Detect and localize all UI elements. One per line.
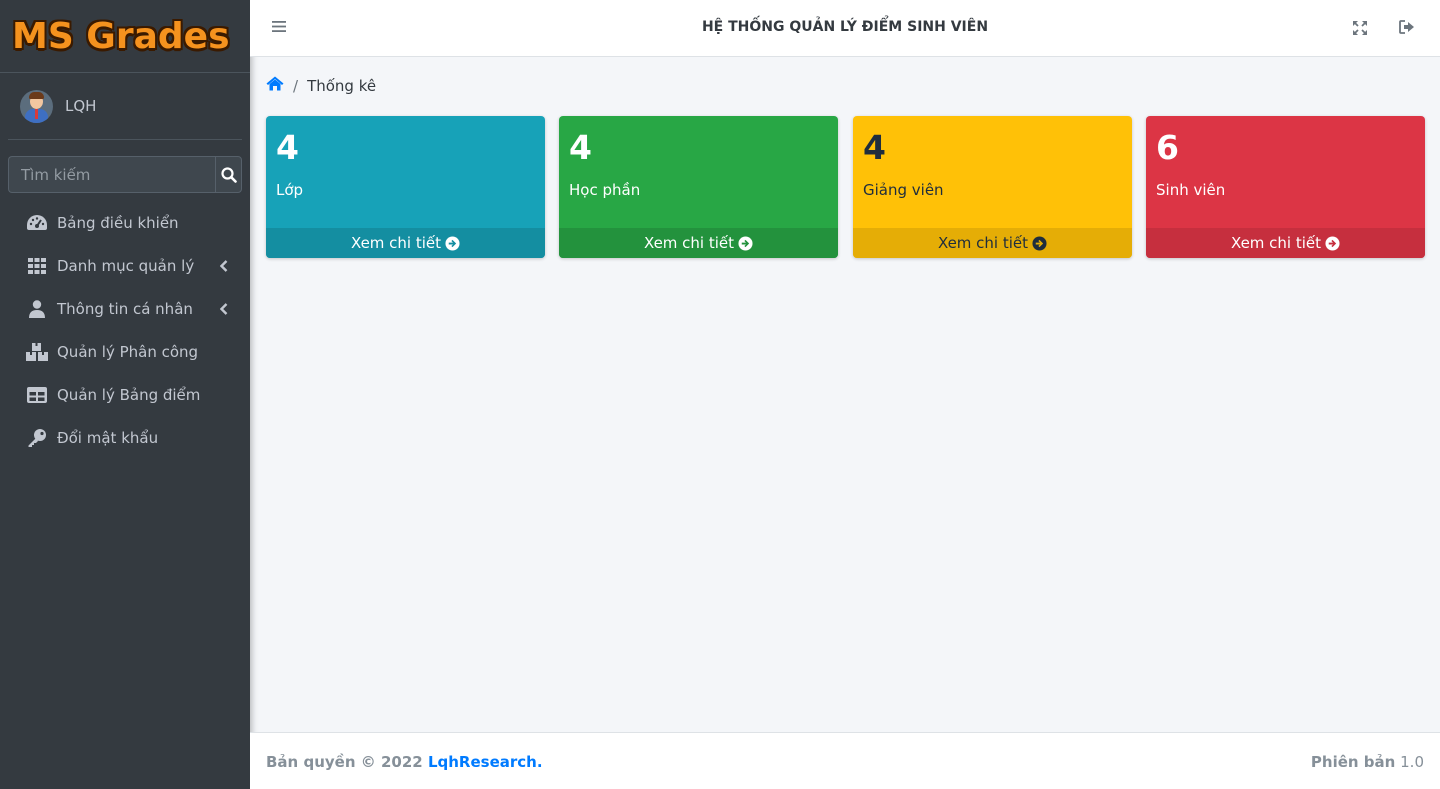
top-navbar: HỆ THỐNG QUẢN LÝ ĐIỂM SINH VIÊN (250, 0, 1440, 57)
stat-card-courses: 4 Học phần Xem chi tiết (559, 116, 838, 258)
page-footer: Bản quyền © 2022 LqhResearch. Phiên bản … (250, 732, 1440, 789)
expand-icon (1353, 21, 1367, 35)
breadcrumb: / Thống kê (266, 76, 376, 95)
user-panel: LQH (8, 73, 242, 140)
stat-link-label: Xem chi tiết (937, 234, 1029, 252)
brand-name[interactable]: MS Grades (12, 16, 230, 57)
sidebar-nav: Bảng điều khiển Danh mục quản lý Thông t… (0, 201, 250, 459)
stat-value: 6 (1156, 128, 1179, 167)
stat-label: Giảng viên (863, 181, 944, 199)
arrow-circle-right-icon (1032, 235, 1047, 251)
stat-card-students: 6 Sinh viên Xem chi tiết (1146, 116, 1425, 258)
user-name[interactable]: LQH (65, 97, 96, 115)
dashboard-icon (26, 212, 48, 234)
version-label: Phiên bản (1310, 753, 1396, 771)
sign-out-icon (1399, 20, 1414, 34)
arrow-circle-right-icon (1325, 235, 1340, 251)
sidebar-item-catalog[interactable]: Danh mục quản lý (8, 244, 242, 287)
sidebar-search (8, 156, 242, 193)
search-icon (220, 166, 237, 183)
sidebar-item-dashboard[interactable]: Bảng điều khiển (8, 201, 242, 244)
sidebar-item-label: Bảng điều khiển (57, 213, 179, 232)
stat-label: Lớp (276, 181, 304, 199)
search-button[interactable] (215, 156, 242, 193)
sidebar-item-assignment[interactable]: Quản lý Phân công (8, 330, 242, 373)
stat-value: 4 (569, 128, 592, 167)
version-number: 1.0 (1400, 753, 1424, 771)
stat-label: Học phần (569, 181, 641, 199)
stat-card-lecturers: 4 Giảng viên Xem chi tiết (853, 116, 1132, 258)
breadcrumb-current: Thống kê (307, 76, 377, 95)
sidebar-item-gradebook[interactable]: Quản lý Bảng điểm (8, 373, 242, 416)
sidebar-item-label: Thông tin cá nhân (57, 299, 193, 318)
version-info: Phiên bản 1.0 (1311, 753, 1424, 771)
sidebar-item-label: Danh mục quản lý (57, 256, 195, 275)
grid-icon (26, 255, 48, 277)
chevron-left-icon (219, 258, 228, 276)
stat-value: 4 (863, 128, 886, 167)
arrow-circle-right-icon (738, 235, 753, 251)
sidebar-item-label: Quản lý Phân công (57, 342, 199, 361)
home-icon[interactable] (266, 76, 284, 95)
user-icon (26, 298, 48, 320)
stat-detail-link[interactable]: Xem chi tiết (853, 228, 1132, 258)
brand-logo[interactable]: MS Grades (0, 0, 250, 73)
sidebar-item-label: Đổi mật khẩu (57, 428, 159, 447)
key-icon (26, 427, 48, 449)
stat-value: 4 (276, 128, 299, 167)
stat-link-label: Xem chi tiết (643, 234, 735, 252)
avatar[interactable] (20, 89, 53, 123)
sidebar-item-profile[interactable]: Thông tin cá nhân (8, 287, 242, 330)
boxes-icon (26, 341, 48, 363)
table-icon (26, 384, 48, 406)
breadcrumb-separator: / (293, 76, 299, 95)
search-input[interactable] (8, 156, 215, 193)
arrow-circle-right-icon (445, 235, 460, 251)
chevron-left-icon (219, 301, 228, 319)
stat-detail-link[interactable]: Xem chi tiết (266, 228, 545, 258)
stat-card-classes: 4 Lớp Xem chi tiết (266, 116, 545, 258)
copyright: Bản quyền © 2022 LqhResearch. (266, 753, 543, 771)
stat-label: Sinh viên (1156, 181, 1226, 199)
stat-detail-link[interactable]: Xem chi tiết (559, 228, 838, 258)
stat-link-label: Xem chi tiết (1230, 234, 1322, 252)
sidebar: MS Grades LQH Tìm kiếm Bảng điều khiển D… (0, 0, 250, 789)
logout-button[interactable] (1399, 20, 1415, 38)
company-link[interactable]: LqhResearch. (428, 753, 543, 771)
copyright-text: Bản quyền © 2022 (266, 753, 423, 771)
sidebar-item-change-password[interactable]: Đổi mật khẩu (8, 416, 242, 459)
fullscreen-button[interactable] (1352, 20, 1368, 40)
stat-detail-link[interactable]: Xem chi tiết (1146, 228, 1425, 258)
sidebar-item-label: Quản lý Bảng điểm (57, 385, 201, 404)
page-title: HỆ THỐNG QUẢN LÝ ĐIỂM SINH VIÊN (701, 19, 989, 35)
stat-link-label: Xem chi tiết (350, 234, 442, 252)
